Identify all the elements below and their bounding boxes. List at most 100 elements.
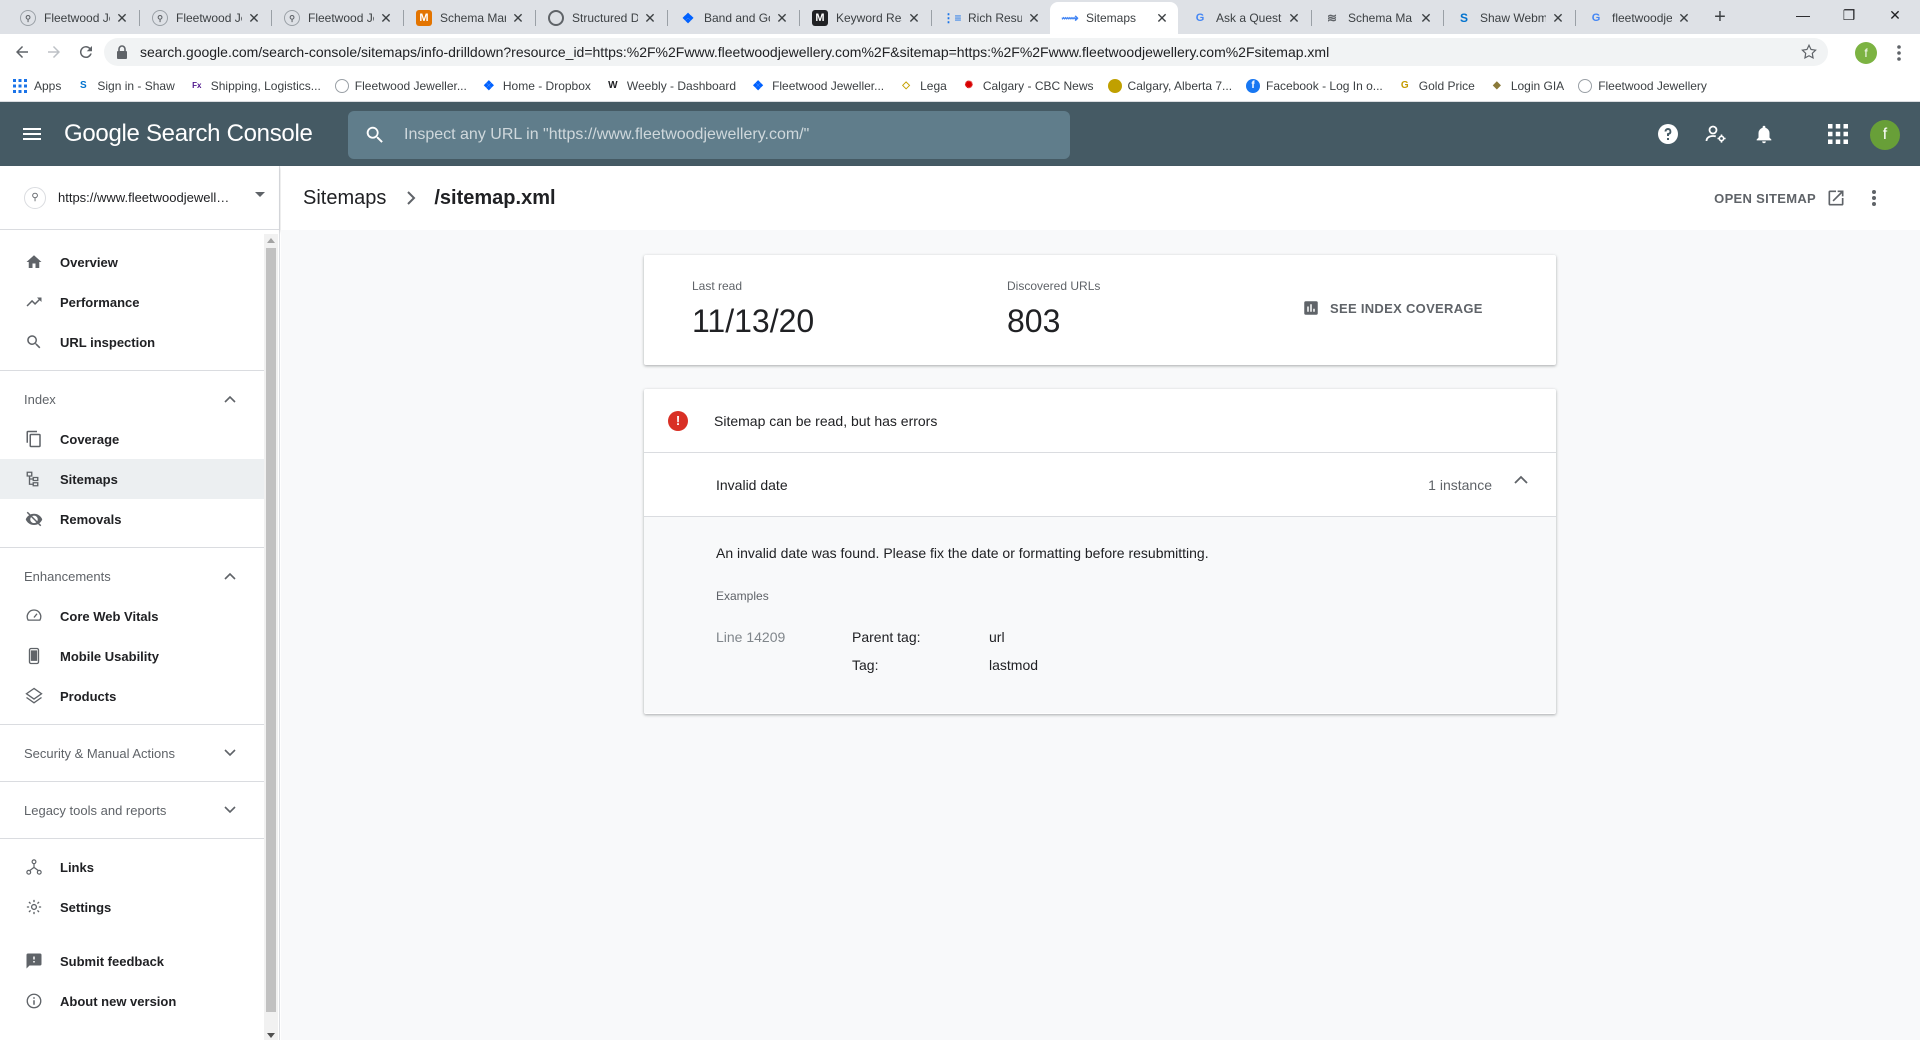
close-tab-icon[interactable]: ✕ [114, 10, 130, 26]
scrollbar-thumb[interactable] [266, 248, 276, 1012]
bookmark-item[interactable]: ❖ Home - Dropbox [481, 78, 591, 94]
close-tab-icon[interactable]: ✕ [246, 10, 262, 26]
bookmark-item[interactable]: ❖ Fleetwood Jeweller... [750, 78, 884, 94]
file-copy-icon [24, 429, 44, 449]
browser-tab[interactable]: ⚲ Fleetwood Je ✕ [140, 2, 270, 34]
sidebar-item-about-new-version[interactable]: About new version [0, 981, 264, 1021]
browser-tab[interactable]: ⋮≡ Rich Results ✕ [932, 2, 1050, 34]
smartphone-icon [24, 646, 44, 666]
forward-icon[interactable] [40, 38, 68, 66]
sidebar-item-mobile-usability[interactable]: Mobile Usability [0, 636, 264, 676]
sidebar-item-performance[interactable]: Performance [0, 282, 264, 322]
open-sitemap-button[interactable]: OPEN SITEMAP [1714, 188, 1846, 208]
close-tab-icon[interactable]: ✕ [1026, 10, 1042, 26]
browser-tab[interactable]: ⚲ Fleetwood Je ✕ [272, 2, 402, 34]
browser-tab[interactable]: S Shaw Webm ✕ [1444, 2, 1574, 34]
scroll-up-arrow-icon[interactable] [267, 238, 275, 243]
reload-icon[interactable] [72, 38, 100, 66]
bookmark-item[interactable]: Calgary, Alberta 7... [1107, 78, 1232, 93]
close-tab-icon[interactable]: ✕ [1418, 10, 1434, 26]
browser-tab[interactable]: Structured D ✕ [536, 2, 666, 34]
window-close-icon[interactable]: ✕ [1872, 0, 1918, 30]
sidebar: ⚲ https://www.fleetwoodjewellery.com/ Ov… [0, 166, 280, 1040]
menu-icon[interactable] [20, 122, 44, 146]
bookmark-item[interactable]: Fleetwood Jewellery [1578, 78, 1707, 93]
example-line-number: Line 14209 [716, 629, 786, 645]
search-console-favicon-icon: ⟿ [1061, 11, 1079, 25]
help-icon[interactable] [1656, 122, 1680, 146]
see-index-coverage-button[interactable]: SEE INDEX COVERAGE [1302, 299, 1483, 317]
section-legacy-tools[interactable]: Legacy tools and reports [0, 782, 264, 838]
minimize-icon[interactable]: — [1780, 0, 1826, 30]
sidebar-item-url-inspection[interactable]: URL inspection [0, 322, 264, 362]
close-tab-icon[interactable]: ✕ [378, 10, 394, 26]
browser-toolbar: search.google.com/search-console/sitemap… [0, 34, 1920, 70]
sidebar-item-overview[interactable]: Overview [0, 242, 264, 282]
browser-tab[interactable]: G Ask a Questi ✕ [1180, 2, 1310, 34]
tag-value: lastmod [989, 657, 1039, 673]
url-inspection-search[interactable] [348, 111, 1070, 159]
section-security[interactable]: Security & Manual Actions [0, 725, 264, 781]
back-icon[interactable] [8, 38, 36, 66]
browser-tab[interactable]: ⚲ Fleetwood Je ✕ [8, 2, 138, 34]
bookmark-item[interactable]: Fleetwood Jeweller... [334, 78, 467, 93]
sidebar-scrollbar[interactable] [264, 234, 278, 1040]
close-tab-icon[interactable]: ✕ [642, 10, 658, 26]
bookmark-item[interactable]: Fx Shipping, Logistics... [189, 78, 321, 94]
browser-tab[interactable]: M Schema Mar ✕ [404, 2, 534, 34]
browser-tab[interactable]: M Keyword Res ✕ [800, 2, 930, 34]
issue-row-invalid-date[interactable]: Invalid date 1 instance [644, 453, 1556, 517]
sidebar-item-core-web-vitals[interactable]: Core Web Vitals [0, 596, 264, 636]
bookmark-item[interactable]: G Gold Price [1397, 78, 1475, 94]
bookmark-item[interactable]: ✺ Calgary - CBC News [961, 78, 1094, 94]
bookmark-item[interactable]: S Sign in - Shaw [75, 78, 175, 94]
close-tab-icon[interactable]: ✕ [1154, 10, 1170, 26]
address-bar[interactable]: search.google.com/search-console/sitemap… [104, 38, 1828, 66]
close-tab-icon[interactable]: ✕ [1676, 10, 1692, 26]
close-tab-icon[interactable]: ✕ [1286, 10, 1302, 26]
browser-tab[interactable]: ≋ Schema Ma ✕ [1312, 2, 1442, 34]
sidebar-item-sitemaps[interactable]: Sitemaps [0, 459, 264, 499]
bookmark-item[interactable]: f Facebook - Log In o... [1246, 78, 1383, 93]
account-avatar[interactable]: f [1870, 120, 1900, 150]
weather-favicon-icon [1107, 78, 1122, 93]
close-tab-icon[interactable]: ✕ [1550, 10, 1566, 26]
bookmark-apps[interactable]: Apps [12, 78, 61, 94]
sidebar-item-removals[interactable]: Removals [0, 499, 264, 539]
sidebar-item-settings[interactable]: Settings [0, 887, 264, 927]
sidebar-item-submit-feedback[interactable]: Submit feedback [0, 941, 264, 981]
sidebar-item-links[interactable]: Links [0, 847, 264, 887]
sidebar-item-coverage[interactable]: Coverage [0, 419, 264, 459]
close-tab-icon[interactable]: ✕ [774, 10, 790, 26]
bookmark-item[interactable]: W Weebly - Dashboard [605, 78, 736, 94]
chevron-up-icon[interactable] [1514, 475, 1528, 484]
last-read-stat: Last read 11/13/20 [692, 279, 815, 339]
property-selector[interactable]: ⚲ https://www.fleetwoodjewellery.com/ [0, 166, 279, 230]
browser-menu-icon[interactable] [1890, 42, 1908, 64]
sitemap-errors-card: ! Sitemap can be read, but has errors In… [644, 389, 1556, 714]
new-tab-button[interactable]: + [1708, 5, 1732, 29]
bookmark-star-icon[interactable] [1800, 43, 1818, 61]
breadcrumb-sitemaps[interactable]: Sitemaps [303, 187, 386, 210]
page-title: /sitemap.xml [434, 186, 556, 209]
bookmark-item[interactable]: ◇ Lega [898, 78, 947, 94]
url-inspection-input[interactable] [404, 126, 1024, 144]
discovered-urls-value: 803 [1007, 303, 1061, 339]
google-apps-icon[interactable] [1826, 122, 1850, 146]
browser-tab[interactable]: G fleetwoodjew ✕ [1576, 2, 1700, 34]
close-tab-icon[interactable]: ✕ [510, 10, 526, 26]
restore-icon[interactable]: ❐ [1826, 0, 1872, 30]
last-read-value: 11/13/20 [692, 303, 815, 339]
more-options-icon[interactable] [1862, 186, 1886, 210]
browser-tab-active[interactable]: ⟿ Sitemaps ✕ [1050, 2, 1178, 34]
property-favicon-icon: ⚲ [24, 186, 46, 209]
browser-tab[interactable]: ❖ Band and Go ✕ [668, 2, 798, 34]
close-tab-icon[interactable]: ✕ [906, 10, 922, 26]
manage-users-icon[interactable] [1704, 122, 1728, 146]
scroll-down-arrow-icon[interactable] [267, 1033, 275, 1038]
bookmark-item[interactable]: ◆ Login GIA [1489, 78, 1564, 94]
cbc-favicon-icon: ✺ [964, 80, 974, 91]
browser-profile-avatar[interactable]: f [1855, 42, 1877, 64]
sidebar-item-products[interactable]: Products [0, 676, 264, 716]
notifications-icon[interactable] [1752, 122, 1776, 146]
